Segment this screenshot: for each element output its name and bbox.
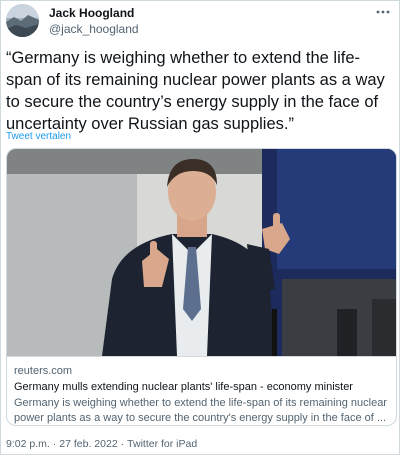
meta-separator: ·	[120, 438, 125, 450]
tweet: Jack Hoogland @jack_hoogland “Germany is…	[0, 0, 400, 455]
more-horizontal-icon[interactable]	[375, 4, 391, 25]
link-preview-card[interactable]: reuters.com Germany mulls extending nucl…	[6, 148, 397, 426]
card-image[interactable]	[7, 149, 396, 356]
card-meta[interactable]: reuters.com Germany mulls extending nucl…	[7, 356, 396, 425]
tweet-date[interactable]: 27 feb. 2022	[59, 438, 117, 450]
card-title: Germany mulls extending nuclear plants' …	[14, 381, 353, 393]
tweet-timestamp: 9:02 p.m. · 27 feb. 2022 · Twitter for iPad	[6, 438, 197, 450]
meta-separator: ·	[52, 438, 57, 450]
tweet-time[interactable]: 9:02 p.m.	[6, 438, 50, 450]
avatar[interactable]	[6, 4, 39, 37]
author-name[interactable]: Jack Hoogland	[49, 6, 134, 20]
tweet-text: “Germany is weighing whether to extend t…	[6, 49, 385, 133]
card-domain: reuters.com	[14, 365, 73, 377]
author-handle[interactable]: @jack_hoogland	[49, 22, 139, 36]
tweet-source[interactable]: Twitter for iPad	[127, 438, 197, 450]
translate-tweet-link[interactable]: Tweet vertalen	[6, 131, 71, 142]
card-description: Germany is weighing whether to extend th…	[14, 397, 387, 424]
